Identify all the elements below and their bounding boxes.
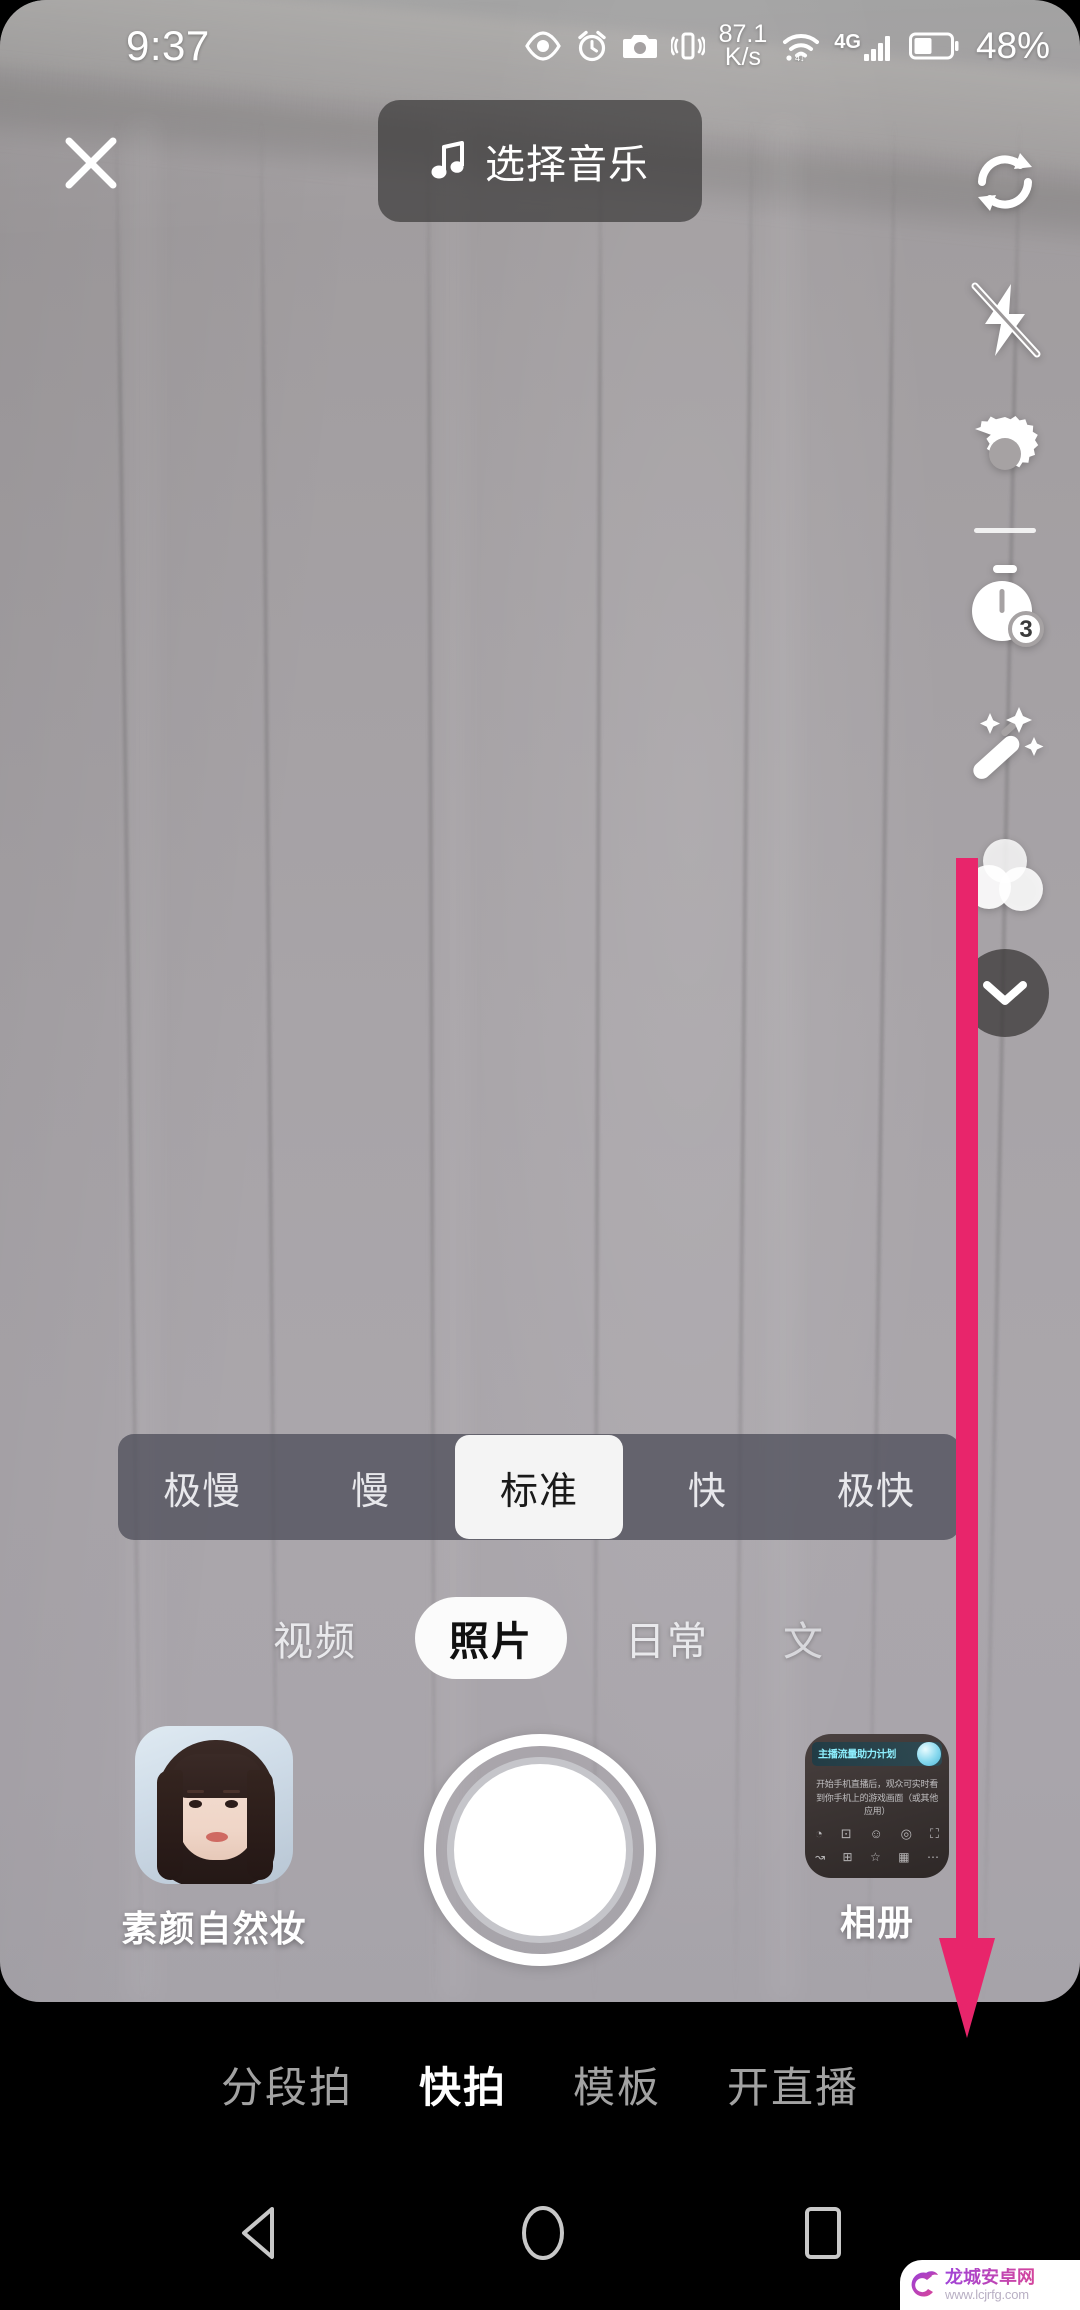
select-music-label: 选择音乐: [485, 143, 649, 187]
timer-value: 3: [1019, 616, 1032, 643]
recents-button[interactable]: [800, 2204, 846, 2262]
tab-daily[interactable]: 日常: [609, 1599, 725, 1677]
album-banner-text: 主播流量助力计划: [818, 1749, 897, 1761]
album-orb-icon: [917, 1742, 941, 1766]
filters-button[interactable]: [945, 823, 1065, 927]
album-button[interactable]: 主播流量助力计划 开始手机直播后，观众可实时看到你手机上的游戏画面（或其他应用）…: [802, 1734, 952, 1946]
timer-icon: 3: [972, 565, 1044, 647]
back-button[interactable]: [234, 2205, 286, 2261]
album-mini-icon: ◔: [815, 1826, 823, 1841]
shutter-button[interactable]: [424, 1734, 656, 1966]
tab-text[interactable]: 文: [767, 1599, 823, 1677]
wall-fold-soft: [120, 120, 166, 2002]
chevron-down-icon: [983, 981, 1027, 1005]
select-music-button[interactable]: 选择音乐: [378, 100, 702, 222]
settings-button[interactable]: [945, 402, 1065, 506]
close-button[interactable]: [48, 120, 134, 206]
capture-row: 素颜自然妆 主播流量助力计划 开始手机直播后，观众可实时看到你手机上的游戏画面（…: [0, 1726, 1080, 1986]
album-mini-icon: ◎: [900, 1826, 913, 1841]
album-body-text: 开始手机直播后，观众可实时看到你手机上的游戏画面（或其他应用）: [816, 1779, 938, 1816]
capture-mode-tabs: 视频 照片 日常 文: [0, 1596, 1080, 1680]
speed-option-very-fast[interactable]: 极快: [792, 1434, 960, 1540]
album-mini-icon: ☺: [869, 1826, 883, 1841]
site-watermark: 龙城安卓网 www.lcjrfg.com: [900, 2260, 1080, 2310]
close-icon: [65, 137, 117, 189]
nav-tab-quick[interactable]: 快拍: [419, 2054, 507, 2115]
status-icons: 87.1 K/s 4↓ 4G 48%: [524, 21, 1050, 71]
camera-tool-rail: 3: [930, 130, 1080, 1037]
battery-percent: 48%: [975, 25, 1050, 66]
signal-bars-icon: [863, 36, 890, 61]
beauty-effect-thumbnail: [135, 1726, 293, 1884]
music-note-icon: [431, 141, 464, 179]
album-icon-row-bottom: ↝ ⊞ ☆ ▦ ⋯: [815, 1850, 939, 1864]
album-mini-icon: ⛶: [929, 1826, 939, 1841]
tab-photo[interactable]: 照片: [415, 1597, 567, 1679]
battery-icon: [908, 32, 959, 60]
nav-tab-template[interactable]: 模板: [573, 2054, 661, 2115]
tab-video[interactable]: 视频: [257, 1599, 373, 1677]
timer-button[interactable]: 3: [945, 555, 1065, 659]
eye-comfort-icon: [524, 31, 561, 61]
magic-wand-icon: [973, 707, 1044, 779]
svg-text:4↓: 4↓: [795, 53, 805, 62]
watermark-url: www.lcjrfg.com: [945, 2286, 1029, 2302]
phone-screen: 9:37 87.1 K/s 4↓ 4G 48% 选择音乐 3 极慢 慢 标准 快…: [0, 0, 1080, 2310]
home-button[interactable]: [518, 2204, 568, 2262]
speed-option-very-slow[interactable]: 极慢: [118, 1434, 286, 1540]
shutter-inner: [447, 1757, 633, 1943]
nav-tab-live[interactable]: 开直播: [727, 2054, 859, 2115]
bottom-capture-nav: 分段拍 快拍 模板 开直播: [0, 2016, 1080, 2152]
album-mini-icon: ⊡: [840, 1826, 852, 1841]
status-bar: 9:37 87.1 K/s 4↓ 4G 48%: [0, 0, 1080, 92]
flip-camera-icon: [978, 153, 1032, 211]
network-speed: 87.1 K/s: [719, 21, 768, 71]
collapse-rail-button[interactable]: [961, 949, 1049, 1037]
nav-tab-segmented[interactable]: 分段拍: [221, 2054, 353, 2115]
wifi-icon: 4↓: [783, 34, 820, 62]
gear-icon: [975, 416, 1039, 470]
album-icon-row-top: ◔ ⊡ ☺ ◎ ⛶: [815, 1826, 939, 1842]
wall-fold-soft: [760, 120, 806, 2002]
beauty-effect-button[interactable]: 素颜自然妆: [122, 1726, 306, 1952]
watermark-logo-icon: [911, 2271, 938, 2297]
speed-selector: 极慢 慢 标准 快 极快: [118, 1434, 960, 1540]
camera-icon: [622, 35, 657, 58]
album-mini-icon: ▦: [898, 1850, 910, 1864]
album-mini-icon: ⊞: [842, 1850, 853, 1864]
rail-divider: [974, 528, 1036, 533]
filter-circles-icon: [967, 839, 1043, 911]
alarm-icon: [577, 30, 606, 62]
status-time: 9:37: [126, 22, 210, 69]
flip-camera-button[interactable]: [945, 130, 1065, 234]
speed-option-slow[interactable]: 慢: [286, 1434, 454, 1540]
flash-button[interactable]: [945, 268, 1065, 372]
beauty-effect-label: 素颜自然妆: [121, 1908, 307, 1949]
watermark-site-name: 龙城安卓网: [945, 2267, 1035, 2288]
vibrate-icon: [670, 32, 705, 60]
watermark-text: 龙城安卓网 www.lcjrfg.com: [945, 2267, 1035, 2302]
speed-option-normal[interactable]: 标准: [454, 1435, 624, 1539]
wall-fold-line: [259, 120, 280, 2002]
wall-fold-soft: [430, 120, 476, 2002]
top-bar: 选择音乐: [0, 100, 1080, 250]
speed-option-fast[interactable]: 快: [623, 1434, 791, 1540]
network-speed-unit: K/s: [724, 43, 761, 71]
camera-preview[interactable]: [0, 0, 1080, 2002]
album-mini-icon: ↝: [815, 1850, 826, 1864]
album-thumbnail: 主播流量助力计划 开始手机直播后，观众可实时看到你手机上的游戏画面（或其他应用）…: [805, 1734, 949, 1878]
mobile-network-label: 4G: [834, 31, 861, 53]
flash-off-icon: [971, 282, 1041, 358]
album-mini-icon: ☆: [870, 1850, 881, 1864]
album-mini-icon: ⋯: [926, 1850, 939, 1864]
album-label: 相册: [839, 1902, 914, 1943]
beautify-button[interactable]: [945, 689, 1065, 793]
